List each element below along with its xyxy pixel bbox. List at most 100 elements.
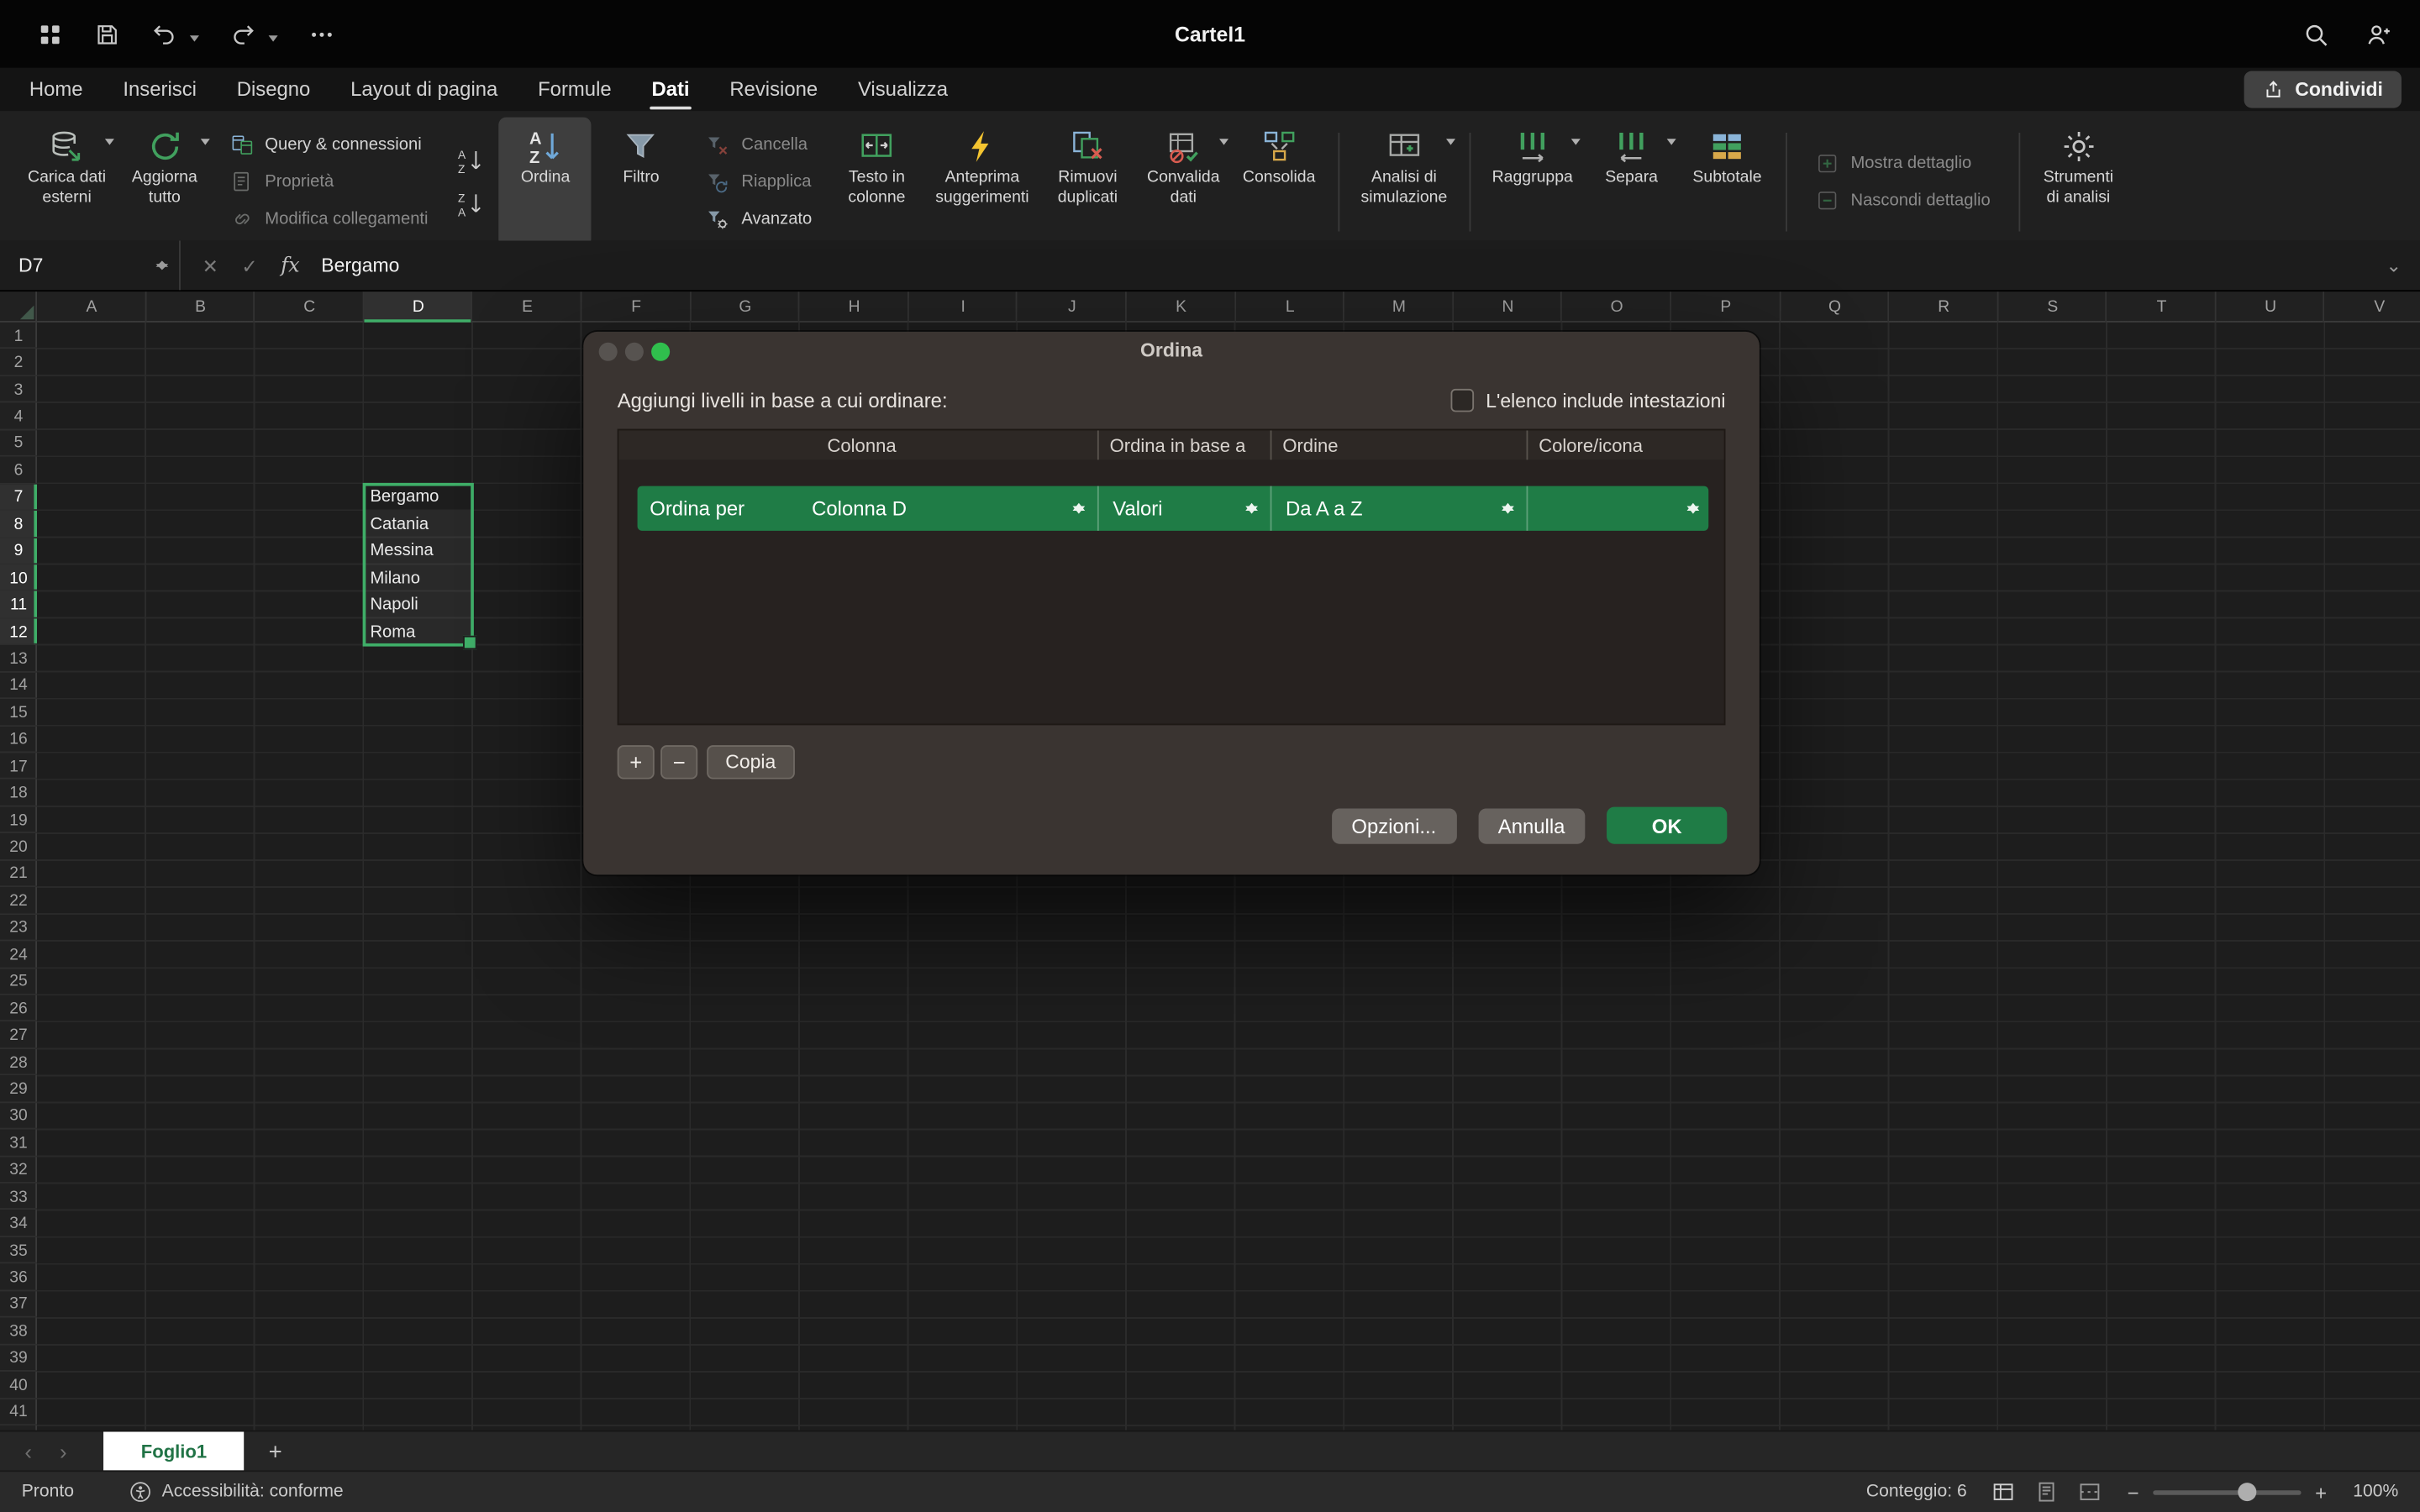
formula-bar-expand-icon[interactable]: ⌄ xyxy=(2367,255,2420,276)
analysis-tools-button[interactable]: Strumenti di analisi xyxy=(2032,118,2124,247)
dialog-close-button[interactable] xyxy=(599,343,618,361)
page-break-view-icon[interactable] xyxy=(2080,1481,2102,1503)
row-header-35[interactable]: 35 xyxy=(0,1237,37,1264)
row-header-13[interactable]: 13 xyxy=(0,645,37,672)
insert-function-icon[interactable]: fx xyxy=(281,254,299,277)
row-header-39[interactable]: 39 xyxy=(0,1345,37,1372)
cell-d7[interactable]: Bergamo xyxy=(370,484,439,511)
redo-icon[interactable] xyxy=(230,21,256,47)
column-header-b[interactable]: B xyxy=(146,291,255,323)
column-header-e[interactable]: E xyxy=(473,291,582,323)
row-header-5[interactable]: 5 xyxy=(0,430,37,457)
row-header-12[interactable]: 12 xyxy=(0,618,37,645)
hide-detail-button[interactable]: Nascondi dettaglio xyxy=(1809,184,1996,217)
column-header-d[interactable]: D xyxy=(364,291,473,323)
sort-level-row[interactable]: Ordina per Colonna D Valori Da A a Z xyxy=(638,486,1709,531)
order-dropdown[interactable]: Da A a Z xyxy=(1270,486,1527,531)
share-button[interactable]: Condividi xyxy=(2244,71,2402,108)
column-header-u[interactable]: U xyxy=(2216,291,2325,323)
undo-icon[interactable] xyxy=(151,21,177,47)
row-header-3[interactable]: 3 xyxy=(0,376,37,403)
people-icon[interactable] xyxy=(2366,21,2392,47)
sort-button[interactable]: AZOrdina xyxy=(499,118,592,247)
row-header-37[interactable]: 37 xyxy=(0,1291,37,1318)
name-box[interactable]: D7 xyxy=(0,241,181,291)
remove-duplicates-button[interactable]: Rimuovi duplicati xyxy=(1041,118,1134,247)
column-header-j[interactable]: J xyxy=(1018,291,1127,323)
ribbon-tab-formule[interactable]: Formule xyxy=(518,68,631,111)
search-icon[interactable] xyxy=(2302,21,2328,47)
cancel-entry-icon[interactable]: ✕ xyxy=(203,254,218,277)
cell-d11[interactable]: Napoli xyxy=(370,591,418,618)
ribbon-tab-layout-di-pagina[interactable]: Layout di pagina xyxy=(330,68,518,111)
confirm-entry-icon[interactable]: ✓ xyxy=(241,254,257,277)
edit-links-button[interactable]: Modifica collegamenti xyxy=(224,203,434,236)
column-header-l[interactable]: L xyxy=(1235,291,1344,323)
column-header-q[interactable]: Q xyxy=(1781,291,1890,323)
column-header-k[interactable]: K xyxy=(1127,291,1236,323)
save-icon[interactable] xyxy=(94,21,120,47)
ribbon-tab-dati[interactable]: Dati xyxy=(632,68,710,111)
redo-chevron-icon[interactable] xyxy=(269,34,278,45)
row-header-29[interactable]: 29 xyxy=(0,1076,37,1103)
column-header-t[interactable]: T xyxy=(2107,291,2217,323)
row-header-6[interactable]: 6 xyxy=(0,457,37,484)
zoom-out-button[interactable]: − xyxy=(2128,1480,2139,1504)
row-header-10[interactable]: 10 xyxy=(0,564,37,591)
column-header-n[interactable]: N xyxy=(1454,291,1563,323)
column-dropdown[interactable]: Colonna D xyxy=(798,486,1097,531)
column-header-g[interactable]: G xyxy=(691,291,800,323)
undo-chevron-icon[interactable] xyxy=(190,34,199,45)
row-header-15[interactable]: 15 xyxy=(0,699,37,726)
zoom-in-button[interactable]: + xyxy=(2315,1480,2327,1504)
row-header-24[interactable]: 24 xyxy=(0,942,37,969)
normal-view-icon[interactable] xyxy=(1993,1481,2015,1503)
dialog-zoom-button[interactable] xyxy=(651,343,670,361)
data-validation-button[interactable]: Convalida dati xyxy=(1137,118,1229,247)
column-header-m[interactable]: M xyxy=(1344,291,1454,323)
what-if-analysis-button[interactable]: Analisi di simulazione xyxy=(1352,118,1457,247)
row-header-23[interactable]: 23 xyxy=(0,914,37,941)
column-header-h[interactable]: H xyxy=(800,291,909,323)
previous-sheet-icon[interactable]: ‹ xyxy=(24,1440,32,1464)
row-header-28[interactable]: 28 xyxy=(0,1049,37,1076)
text-to-columns-button[interactable]: Testo in colonne xyxy=(830,118,923,247)
column-header-s[interactable]: S xyxy=(1998,291,2107,323)
options-button[interactable]: Opzioni... xyxy=(1332,808,1457,843)
copy-level-button[interactable]: Copia xyxy=(707,745,794,779)
group-button[interactable]: Raggruppa xyxy=(1483,118,1582,247)
ribbon-tab-visualizza[interactable]: Visualizza xyxy=(838,68,968,111)
column-header-p[interactable]: P xyxy=(1671,291,1781,323)
row-header-34[interactable]: 34 xyxy=(0,1210,37,1237)
row-header-36[interactable]: 36 xyxy=(0,1264,37,1291)
cell-d8[interactable]: Catania xyxy=(370,511,429,538)
row-header-20[interactable]: 20 xyxy=(0,833,37,860)
show-detail-button[interactable]: Mostra dettaglio xyxy=(1809,147,1996,180)
ribbon-tab-inserisci[interactable]: Inserisci xyxy=(103,68,216,111)
color-icon-dropdown[interactable] xyxy=(1527,486,1712,531)
more-icon[interactable] xyxy=(308,21,334,47)
next-sheet-icon[interactable]: › xyxy=(60,1440,67,1464)
row-header-7[interactable]: 7 xyxy=(0,484,37,511)
refresh-all-button[interactable]: Aggiorna tutto xyxy=(118,118,211,247)
column-header-f[interactable]: F xyxy=(581,291,691,323)
row-header-11[interactable]: 11 xyxy=(0,591,37,618)
row-header-2[interactable]: 2 xyxy=(0,349,37,376)
row-header-31[interactable]: 31 xyxy=(0,1130,37,1157)
query-connections-button[interactable]: Query & connessioni xyxy=(224,129,434,161)
dialog-titlebar[interactable]: Ordina xyxy=(583,332,1760,369)
column-header-v[interactable]: V xyxy=(2325,291,2420,323)
row-header-4[interactable]: 4 xyxy=(0,403,37,430)
load-external-data-button[interactable]: Carica dati esterni xyxy=(18,118,115,247)
column-header-a[interactable]: A xyxy=(37,291,146,323)
row-header-17[interactable]: 17 xyxy=(0,753,37,780)
row-header-8[interactable]: 8 xyxy=(0,511,37,538)
sort-za-button[interactable]: ZA xyxy=(451,186,492,221)
row-header-1[interactable]: 1 xyxy=(0,323,37,349)
name-box-stepper-icon[interactable] xyxy=(155,255,170,276)
row-header-22[interactable]: 22 xyxy=(0,887,37,914)
ribbon-tab-home[interactable]: Home xyxy=(9,68,103,111)
dialog-minimize-button[interactable] xyxy=(625,343,644,361)
fill-handle[interactable] xyxy=(464,636,478,650)
select-all-button[interactable] xyxy=(0,291,37,323)
